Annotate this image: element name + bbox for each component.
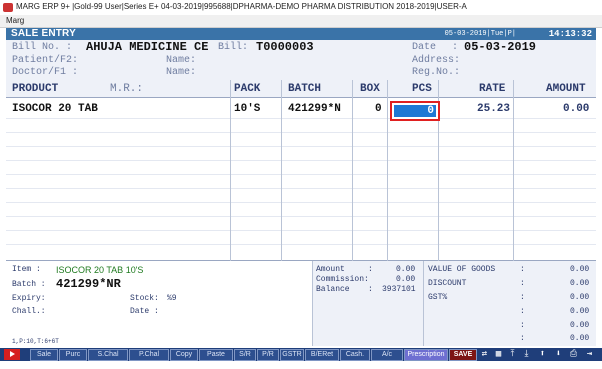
bottom-toolbar: Sale Purc S.Chal P.Chal Copy Paste S/R P… [0,348,602,361]
item-details-panel [6,261,313,346]
menu-marg[interactable]: Marg [6,16,24,25]
amount-value: 0.00 [396,265,416,274]
col-product: PRODUCT [12,83,59,95]
footer-note: 1,P:10,T:6+6T [12,338,59,345]
item-value: ISOCOR 20 TAB 10'S [56,265,144,275]
ac-button[interactable]: A/c [371,349,403,361]
copy-button[interactable]: Copy [170,349,198,361]
gst-label: GST% [428,293,448,302]
items-table-header: PRODUCT M.R.: PACK BATCH BOX PCS RATE AM… [6,80,596,98]
bill-number[interactable]: T0000003 [256,40,314,54]
window-title: MARG ERP 9+ |Gold-99 User|Series E+ 04-0… [16,2,467,11]
col-batch: BATCH [288,83,322,95]
window-titlebar: MARG ERP 9+ |Gold-99 User|Series E+ 04-0… [0,0,602,16]
items-table-body [6,98,596,261]
batch-label: Batch : [12,280,46,289]
date-label: Date [412,42,437,53]
discount-sep: : [520,279,525,288]
menu-bar: Marg [0,15,602,28]
doctor-name-label: Name: [166,67,197,78]
address-label: Address: [412,55,461,66]
total-sep-5: : [520,321,525,330]
sale-return-button[interactable]: S/R [234,349,256,361]
cash-button[interactable]: Cash. [340,349,370,361]
gstr-button[interactable]: GSTR [280,349,304,361]
page-title: SALE ENTRY [11,28,76,39]
discount-label: DISCOUNT [428,279,467,288]
p-chal-button[interactable]: P.Chal [129,349,169,361]
header-date: 05-03-2019|Tue|P| [444,30,516,38]
value-of-goods-value: 0.00 [570,265,590,274]
save-button[interactable]: SAVE [449,349,477,361]
total-value-6: 0.00 [570,334,590,343]
patient-name-label: Name: [166,55,197,66]
bill-date[interactable]: 05-03-2019 [464,40,536,54]
doctor-label: Doctor/F1 : [12,67,79,78]
chall-date-label: Date : [130,307,159,316]
bill-no-label: Bill No. : [12,42,73,53]
col-pack: PACK [234,83,261,95]
purc-button[interactable]: Purc [59,349,87,361]
row-batch[interactable]: 421299*N [288,103,341,115]
s-chal-button[interactable]: S.Chal [88,349,128,361]
balance-sep: : [368,285,373,294]
amount-sep: : [368,265,373,274]
discount-value: 0.00 [570,279,590,288]
chall-label: Chall.: [12,307,46,316]
table-row[interactable]: ISOCOR 20 TAB 10'S 421299*N 0 25.23 0.00 [6,98,596,118]
total-sep-6: : [520,334,525,343]
pcs-input-focused[interactable]: 0 [390,101,440,121]
value-of-goods-label: VALUE OF GOODS [428,265,496,274]
item-label: Item : [12,265,41,274]
row-amount[interactable]: 0.00 [563,103,589,115]
batch-value: 421299*NR [56,277,121,291]
patient-label: Patient/F2: [12,55,79,66]
move-up-icon[interactable]: ⤒ [508,350,517,359]
col-mr: M.R.: [110,83,144,95]
total-value-5: 0.00 [570,321,590,330]
balance-value: 3937101 [382,285,416,294]
col-pcs: PCS [412,83,432,95]
col-box: BOX [360,83,380,95]
arrow-down-icon[interactable]: ⬇ [554,350,563,359]
gst-sep: : [520,293,525,302]
col-amount: AMOUNT [546,83,586,95]
paste-button[interactable]: Paste [199,349,233,361]
move-down-icon[interactable]: ⤓ [522,350,531,359]
pcs-input-value[interactable]: 0 [394,105,436,117]
play-icon[interactable] [4,349,20,360]
commission-value: 0.00 [396,275,416,284]
value-of-goods-sep: : [520,265,525,274]
shuffle-icon[interactable]: ⇄ [480,350,489,359]
arrow-up-icon[interactable]: ⬆ [538,350,547,359]
commission-label: Commission: [316,275,369,284]
exit-icon[interactable]: ⇥ [585,350,594,359]
reg-no-label: Reg.No.: [412,67,461,78]
bill-label: Bill: [218,42,249,53]
app-logo-icon [3,3,13,12]
header-time: 14:13:32 [548,29,592,39]
purchase-return-button[interactable]: P/R [257,349,279,361]
sale-button[interactable]: Sale [30,349,58,361]
total-value-4: 0.00 [570,307,590,316]
party-name[interactable]: AHUJA MEDICINE CE [86,40,208,54]
total-sep-4: : [520,307,525,316]
prescription-button[interactable]: Prescription [404,349,448,361]
stock-label: Stock: [130,294,159,303]
balance-label: Balance [316,285,350,294]
row-product[interactable]: ISOCOR 20 TAB [12,103,98,115]
col-rate: RATE [479,83,506,95]
stock-value: %9 [167,294,177,303]
date-separator: : [452,42,459,53]
sale-entry-header: SALE ENTRY 05-03-2019|Tue|P| 14:13:32 [6,28,596,40]
row-pack[interactable]: 10'S [234,103,260,115]
gst-value: 0.00 [570,293,590,302]
row-box[interactable]: 0 [375,103,382,115]
row-rate[interactable]: 25.23 [477,103,510,115]
amount-label: Amount [316,265,345,274]
b-eret-button[interactable]: B/ERet [305,349,339,361]
grid-icon[interactable]: ▦ [494,350,503,359]
expiry-label: Expiry: [12,294,46,303]
printer-icon[interactable]: ⎙ [569,350,578,359]
